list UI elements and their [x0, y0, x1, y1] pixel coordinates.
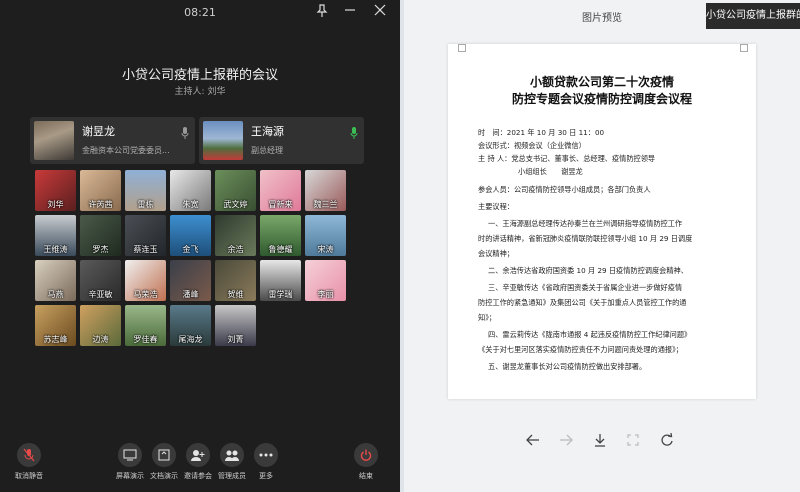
meeting-host: 主持人: 刘华: [174, 87, 226, 97]
participant-tile[interactable]: 许芮茜: [80, 170, 121, 211]
minimize-icon[interactable]: [342, 4, 358, 20]
participant-tile[interactable]: 马荣浩: [125, 260, 166, 301]
crop-mark: [740, 44, 748, 52]
document-line: 会议精神；: [478, 249, 514, 258]
participant-tile[interactable]: 贺维: [215, 260, 256, 301]
participant-tile[interactable]: 潘峰: [170, 260, 211, 301]
manage-members-button[interactable]: 管理成员: [214, 443, 250, 481]
members-icon: [220, 443, 244, 467]
clock-time: 08:21: [184, 6, 216, 19]
speaker-role: 副总经理: [251, 146, 283, 155]
participant-tile[interactable]: 雷栋: [125, 170, 166, 211]
rotate-icon: [661, 432, 673, 446]
document-line: 参会人员：公司疫情防控领导小组成员；各部门负责人: [478, 185, 651, 194]
pin-icon[interactable]: [314, 4, 330, 20]
document-line: 一、王海源副总经理传达孙秦兰在兰州调研指导疫情防控工作: [488, 219, 683, 228]
participant-tile[interactable]: 苏志峰: [35, 305, 76, 346]
speaker-name: 谢昱龙: [82, 125, 115, 138]
participant-tile[interactable]: 余浩: [215, 215, 256, 256]
participant-tile[interactable]: 冒新来: [260, 170, 301, 211]
mic-muted-icon: [17, 443, 41, 467]
document-line: 四、雷云莉传达《陇南市通报 4 起违反疫情防控工作纪律问题》: [488, 330, 692, 339]
document-line: 小组组长 谢昱龙: [518, 167, 583, 176]
taskbar-tooltip: 小贷公司疫情上报群的: [706, 3, 800, 29]
unmute-button[interactable]: 取消静音: [11, 443, 47, 481]
participant-tile[interactable]: 辛亚敏: [80, 260, 121, 301]
document-line: 时的讲话精神，省新冠肺炎疫情联防联控领导小组 10 月 29 日调度: [478, 234, 693, 243]
document-line: 知》；: [478, 313, 496, 322]
participant-tile[interactable]: 鲁德耀: [260, 215, 301, 256]
next-button[interactable]: [556, 430, 576, 450]
document-title: 小额贷款公司第二十次疫情 防控专题会议疫情防控调度会议程: [511, 75, 692, 106]
speaker-avatar: [203, 121, 243, 160]
speaker-card-2[interactable]: 王海源 副总经理: [199, 117, 364, 164]
document-image: 小额贷款公司第二十次疫情 防控专题会议疫情防控调度会议程 时 间：2021 年 …: [448, 44, 756, 399]
mic-active-icon: [350, 124, 358, 139]
end-meeting-button[interactable]: 结束: [348, 443, 384, 481]
arrow-right-icon: [560, 434, 573, 446]
rotate-button[interactable]: [657, 430, 677, 450]
participant-tile[interactable]: 刘菁: [215, 305, 256, 346]
participant-tile[interactable]: 武文婷: [215, 170, 256, 211]
invite-button[interactable]: 邀请参会: [180, 443, 216, 481]
participant-tile[interactable]: 金飞: [170, 215, 211, 256]
participant-tile[interactable]: 马燕: [35, 260, 76, 301]
meeting-title-bar: 08:21: [0, 0, 400, 24]
participant-tile[interactable]: 罗杰: [80, 215, 121, 256]
arrow-left-icon: [526, 434, 539, 446]
power-icon: [354, 443, 378, 467]
participant-tile[interactable]: 刘华: [35, 170, 76, 211]
participant-tile[interactable]: 李丽: [305, 260, 346, 301]
crop-mark: [458, 44, 466, 52]
document-line: 五、谢昱龙董事长对公司疫情防控做出安排部署。: [488, 362, 647, 371]
participant-tile[interactable]: 王维涛: [35, 215, 76, 256]
document-line: 主 持 人：党总支书记、董事长、总经理、疫情防控领导: [478, 154, 656, 163]
mic-icon: [181, 124, 189, 139]
speaker-role: 金融资本公司党委委员...: [82, 146, 170, 155]
more-icon: [254, 443, 278, 467]
participant-tile[interactable]: 朱宽: [170, 170, 211, 211]
invite-icon: [186, 443, 210, 467]
participant-tile[interactable]: 雷学瑞: [260, 260, 301, 301]
participant-tile[interactable]: 罗佳春: [125, 305, 166, 346]
document-line: 二、余浩传达省政府国资委 10 月 29 日疫情防控调度会精神、: [488, 266, 688, 275]
doc-share-icon: [152, 443, 176, 467]
participant-tile[interactable]: 边涛: [80, 305, 121, 346]
document-line: 时 间：2021 年 10 月 30 日 11：00: [478, 128, 605, 137]
fit-screen-icon: [627, 434, 639, 446]
document-line: 三、辛亚敏传达《省政府国资委关于省属企业进一步做好疫情: [488, 283, 683, 292]
image-preview-window: 图片预览 小额贷款公司第二十次疫情 防控专题会议疫情防控调度会议程 时 间：20…: [404, 0, 800, 492]
fit-screen-button[interactable]: [623, 430, 643, 450]
screen-share-button[interactable]: 屏幕演示: [112, 443, 148, 481]
participant-tile[interactable]: 魏三兰: [305, 170, 346, 211]
speaker-name: 王海源: [251, 125, 284, 138]
download-button[interactable]: [590, 430, 610, 450]
participant-tile[interactable]: 蔡连玉: [125, 215, 166, 256]
meeting-window: 08:21 小贷公司疫情上报群的会议 主持人: 刘华 谢昱龙 金融资本公司党委委…: [0, 0, 400, 492]
download-icon: [595, 434, 605, 447]
screen-share-icon: [118, 443, 142, 467]
more-button[interactable]: 更多: [248, 443, 284, 481]
close-icon[interactable]: [372, 4, 388, 20]
document-line: 主要议程：: [478, 202, 514, 211]
document-line: 防控工作的紧急通知》及集团公司《关于加重点人员管控工作的通: [478, 298, 687, 307]
speaker-card-1[interactable]: 谢昱龙 金融资本公司党委委员...: [30, 117, 195, 164]
doc-share-button[interactable]: 文档演示: [146, 443, 182, 481]
meeting-title: 小贷公司疫情上报群的会议: [121, 68, 278, 83]
document-line: 会议形式：视频会议（企业微信）: [478, 141, 586, 150]
document-line: 《关于对七里河区落实疫情防控责任不力问题问责处理的通报》；: [478, 345, 683, 354]
participant-tile[interactable]: 尾海龙: [170, 305, 211, 346]
participant-tile[interactable]: 宋涛: [305, 215, 346, 256]
speaker-avatar: [34, 121, 74, 160]
previous-button[interactable]: [523, 430, 543, 450]
